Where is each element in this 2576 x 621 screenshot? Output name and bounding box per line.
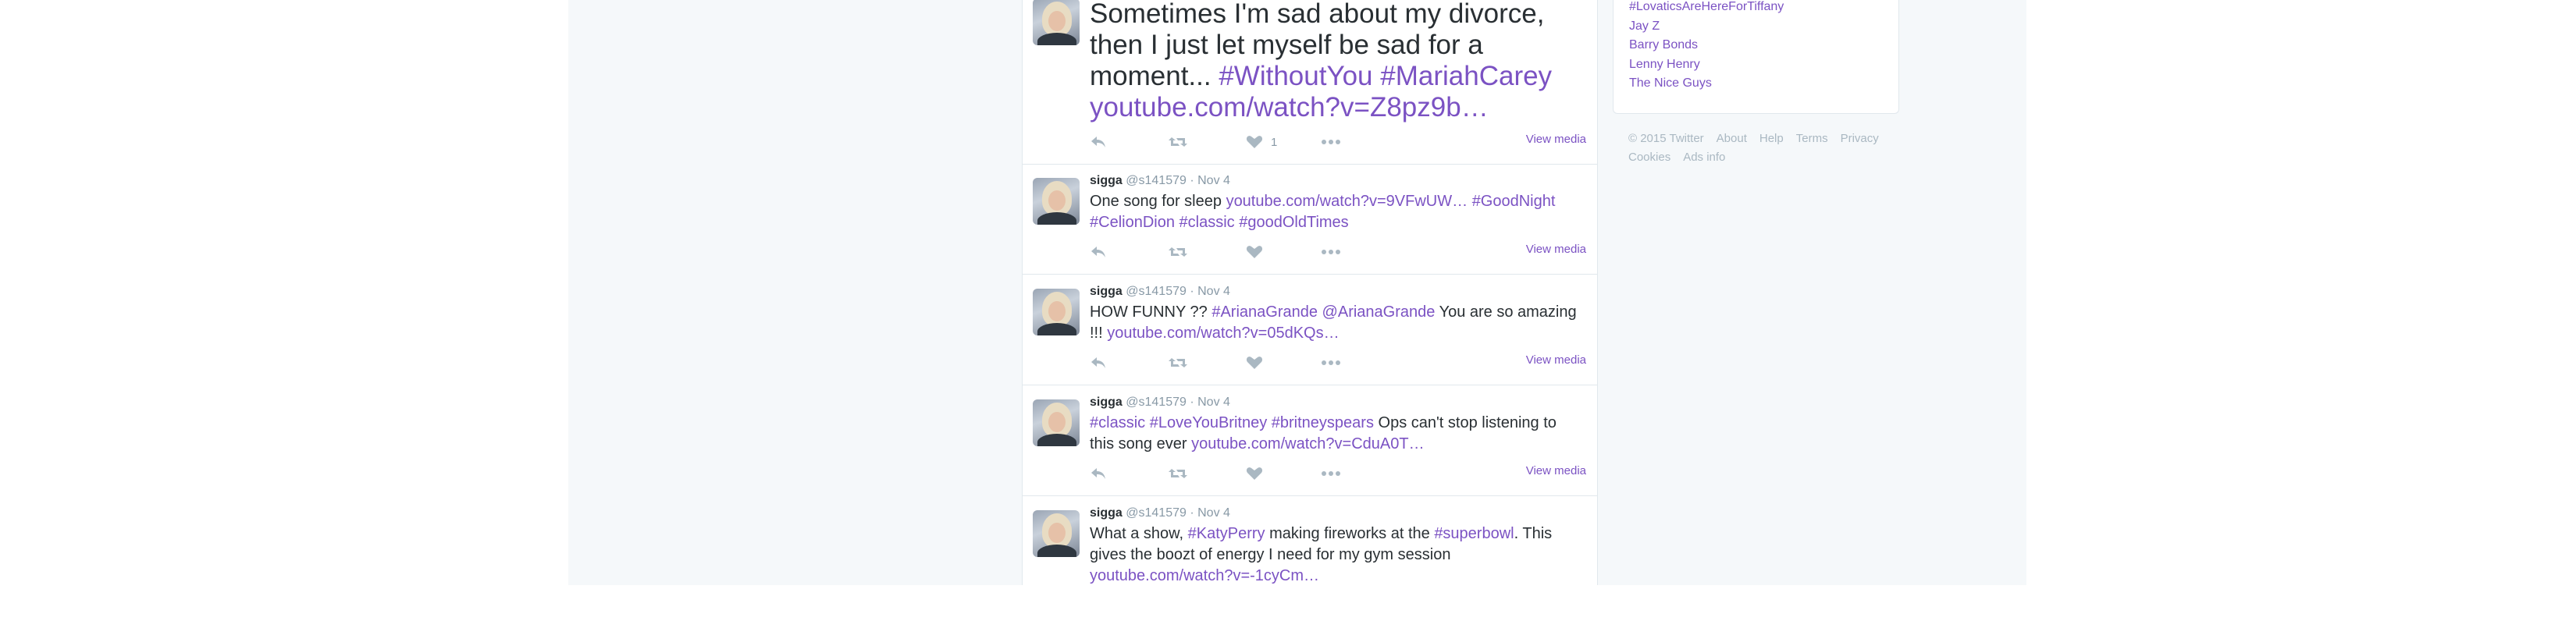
view-media-link[interactable]: View media [1526,133,1586,146]
view-media-link[interactable]: View media [1526,353,1586,367]
separator-dot: · [1190,506,1194,520]
hashtag-link[interactable]: #classic [1090,414,1145,431]
like-icon[interactable] [1246,245,1263,264]
more-icon[interactable] [1321,467,1341,485]
user-name[interactable]: sigga [1090,396,1123,409]
user-handle[interactable]: @s141579 [1126,396,1187,409]
tweet-text: What a show, #KatyPerry making fireworks… [1090,523,1583,587]
tweet[interactable]: sigga @s141579 · Nov 4 HOW FUNNY ?? #Ari… [1023,275,1597,385]
trend-item[interactable]: #LovaticsAreHereForTiffany [1629,0,1784,14]
reply-icon[interactable] [1090,245,1107,264]
hashtag-link[interactable]: #KatyPerry [1188,525,1265,542]
separator-dot: · [1190,174,1194,187]
footer-links: © 2015 Twitter About Help Terms Privacy Cooki… [1628,130,1894,167]
trend-item[interactable]: Lenny Henry [1629,58,1700,72]
user-name[interactable]: sigga [1090,174,1123,187]
avatar[interactable] [1033,0,1080,45]
tweet[interactable]: sigga @s141579 · Nov 4 One song for slee… [1023,164,1597,275]
tweet-text: Sometimes I'm sad about my divorce, then… [1090,0,1583,123]
hashtag-link[interactable]: #LoveYouBritney [1150,414,1268,431]
tweet-text-segment [1373,61,1381,91]
tweet-header: sigga @s141579 · Nov 4 [1090,506,1230,520]
tweet-time[interactable]: Nov 4 [1197,396,1230,409]
footer-link-cookies[interactable]: Cookies [1628,148,1670,167]
more-icon[interactable] [1321,356,1341,374]
url-link[interactable]: youtube.com/watch?v=-1cyCm… [1090,567,1319,584]
trend-item[interactable]: The Nice Guys [1629,76,1712,90]
user-handle[interactable]: @s141579 [1126,174,1187,187]
retweet-icon[interactable] [1168,356,1188,374]
hashtag-link[interactable]: #CelionDion [1090,214,1175,231]
tweet-text: #classic #LoveYouBritney #britneyspears … [1090,413,1583,455]
footer-link-help[interactable]: Help [1759,130,1784,148]
like-count: 1 [1271,136,1278,149]
footer-link-terms[interactable]: Terms [1796,130,1828,148]
trend-item[interactable]: Jay Z [1629,20,1660,34]
tweet-time[interactable]: Nov 4 [1197,506,1230,520]
tweet-text-segment: HOW FUNNY ?? [1090,303,1212,321]
hashtag-link[interactable]: #britneyspears [1272,414,1374,431]
tweet-text-segment: One song for sleep [1090,193,1226,210]
hashtag-link[interactable]: #goodOldTimes [1239,214,1348,231]
like-icon[interactable] [1246,467,1263,485]
view-media-link[interactable]: View media [1526,464,1586,477]
footer-copyright: © 2015 Twitter [1628,132,1704,145]
url-link[interactable]: youtube.com/watch?v=CduA0T… [1191,435,1425,452]
more-icon[interactable] [1321,135,1341,154]
hashtag-link[interactable]: #classic [1179,214,1235,231]
tweet-text-segment: making fireworks at the [1265,525,1435,542]
like-icon[interactable] [1246,356,1263,374]
trend-item[interactable]: Barry Bonds [1629,38,1698,52]
avatar[interactable] [1033,289,1080,335]
footer-link-privacy[interactable]: Privacy [1841,130,1879,148]
timeline: Sometimes I'm sad about my divorce, then… [1022,0,1598,585]
tweet-header: sigga @s141579 · Nov 4 [1090,285,1230,299]
hashtag-link[interactable]: #ArianaGrande [1212,303,1318,321]
user-handle[interactable]: @s141579 [1126,285,1187,298]
reply-icon[interactable] [1090,467,1107,485]
like-icon[interactable]: 1 [1246,135,1277,154]
footer-link-about[interactable]: About [1717,130,1747,148]
tweet-actions [1090,356,1589,374]
tweet-text-segment: What a show, [1090,525,1188,542]
hashtag-link[interactable]: #WithoutYou [1219,61,1372,91]
view-media-link[interactable]: View media [1526,243,1586,256]
tweet[interactable]: Sometimes I'm sad about my divorce, then… [1023,0,1597,165]
avatar[interactable] [1033,399,1080,446]
tweet-actions [1090,245,1589,264]
avatar[interactable] [1033,510,1080,557]
tweet-actions: 1 [1090,135,1589,154]
tweet-text: HOW FUNNY ?? #ArianaGrande @ArianaGrande… [1090,302,1583,344]
separator-dot: · [1190,396,1194,409]
retweet-icon[interactable] [1168,135,1188,154]
retweet-icon[interactable] [1168,467,1188,485]
tweet[interactable]: sigga @s141579 · Nov 4 #classic #LoveYou… [1023,385,1597,496]
reply-icon[interactable] [1090,356,1107,374]
tweet[interactable]: sigga @s141579 · Nov 4 What a show, #Kat… [1023,496,1597,621]
hashtag-link[interactable]: #superbowl [1434,525,1514,542]
url-link[interactable]: youtube.com/watch?v=05dKQs… [1107,325,1339,342]
tweet-header: sigga @s141579 · Nov 4 [1090,174,1230,188]
mention-link[interactable]: @ArianaGrande [1322,303,1436,321]
tweet-text: One song for sleep youtube.com/watch?v=9… [1090,191,1583,233]
separator-dot: · [1190,285,1194,298]
tweet-time[interactable]: Nov 4 [1197,285,1230,298]
more-icon[interactable] [1321,245,1341,264]
hashtag-link[interactable]: #MariahCarey [1380,61,1552,91]
trends-card: #LovaticsAreHereForTiffany Jay Z Barry B… [1613,0,1899,114]
tweet-time[interactable]: Nov 4 [1197,174,1230,187]
avatar[interactable] [1033,178,1080,225]
user-name[interactable]: sigga [1090,506,1123,520]
user-handle[interactable]: @s141579 [1126,506,1187,520]
url-link[interactable]: youtube.com/watch?v=9VFwUW… [1226,193,1468,210]
reply-icon[interactable] [1090,135,1107,154]
tweet-header: sigga @s141579 · Nov 4 [1090,396,1230,410]
retweet-icon[interactable] [1168,245,1188,264]
footer-link-ads-info[interactable]: Ads info [1683,148,1725,167]
user-name[interactable]: sigga [1090,285,1123,298]
tweet-actions [1090,467,1589,485]
hashtag-link[interactable]: #GoodNight [1472,193,1556,210]
url-link[interactable]: youtube.com/watch?v=Z8pz9b… [1090,92,1489,122]
